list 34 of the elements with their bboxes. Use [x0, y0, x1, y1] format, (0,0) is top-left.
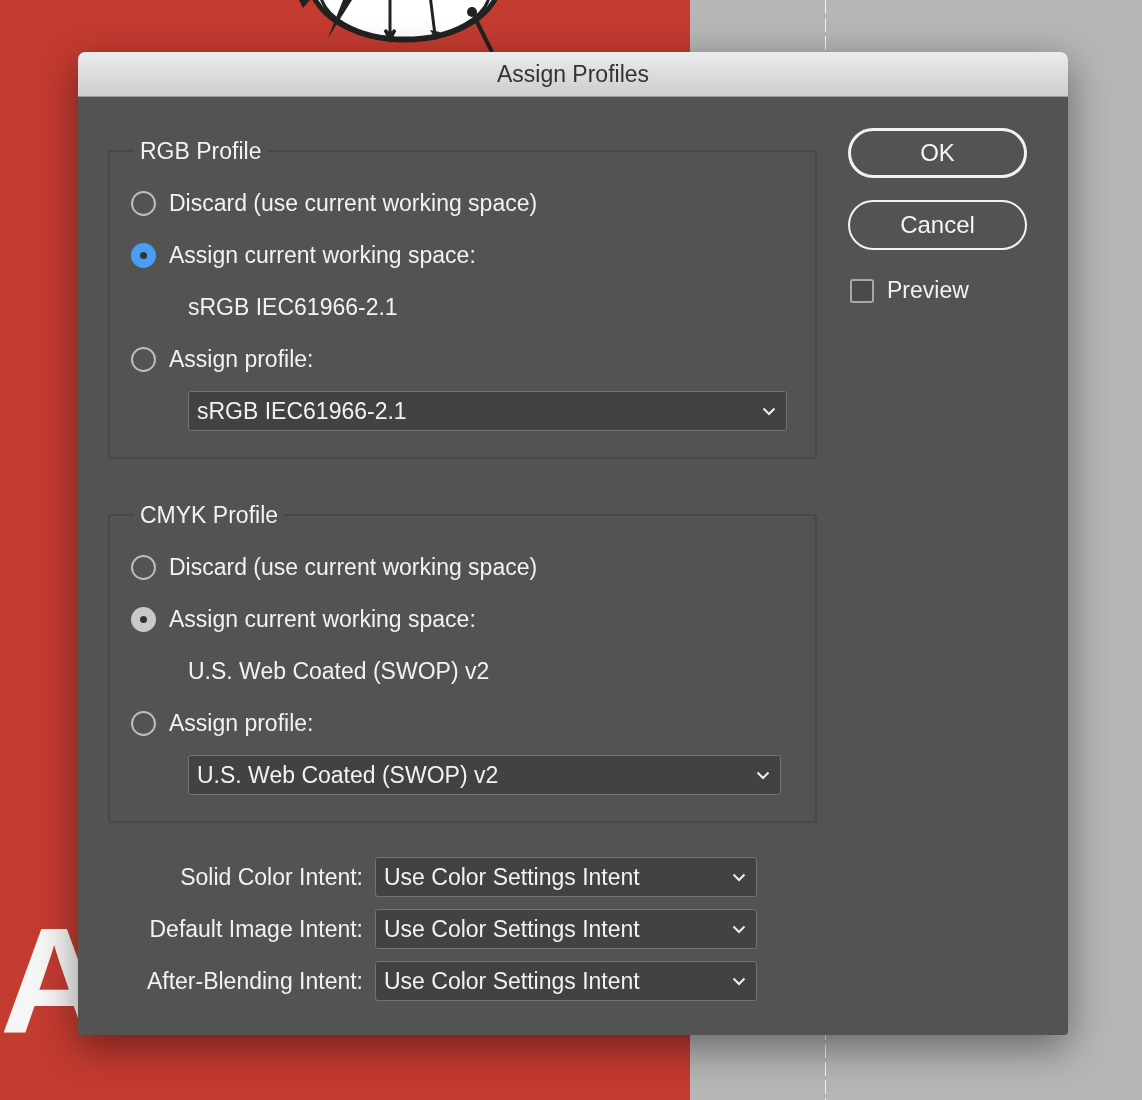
dropdown[interactable]: Use Color Settings Intent — [375, 961, 757, 1001]
profile-name: U.S. Web Coated (SWOP) v2 — [188, 657, 490, 685]
chevron-icon — [732, 872, 746, 882]
intent-label: After-Blending Intent: — [146, 967, 363, 995]
intent-label: Solid Color Intent: — [180, 863, 363, 891]
dropdown[interactable]: Use Color Settings Intent — [375, 909, 757, 949]
radio-button[interactable] — [131, 190, 156, 216]
dropdown[interactable]: Use Color Settings Intent — [375, 857, 757, 897]
checkbox-label: Preview — [887, 277, 969, 304]
radio-button[interactable] — [131, 554, 156, 580]
option-label: Discard (use current working space) — [169, 189, 538, 217]
intent-label: Default Image Intent: — [149, 915, 363, 943]
profile-name: sRGB IEC61966-2.1 — [188, 293, 398, 321]
cancel-button[interactable]: Cancel — [848, 200, 1027, 250]
option-label: Assign profile: — [169, 709, 314, 737]
group-title: CMYK Profile — [139, 501, 280, 529]
radio-button[interactable] — [131, 346, 156, 372]
radio-button[interactable] — [131, 242, 156, 268]
option-label: Assign profile: — [169, 345, 314, 373]
preview-checkbox[interactable] — [850, 278, 874, 303]
radio-button[interactable] — [131, 710, 156, 736]
radio-button[interactable] — [131, 606, 156, 632]
chevron-icon — [756, 770, 770, 780]
option-label: Assign current working space: — [169, 241, 476, 269]
dropdown[interactable]: U.S. Web Coated (SWOP) v2 — [188, 755, 781, 795]
option-label: Discard (use current working space) — [169, 553, 538, 581]
chevron-icon — [762, 406, 776, 416]
window-title: Assign Profiles — [496, 60, 650, 88]
ok-button[interactable]: OK — [848, 128, 1027, 178]
group-title: RGB Profile — [139, 137, 263, 165]
chevron-icon — [732, 924, 746, 934]
chevron-icon — [732, 976, 746, 986]
dropdown[interactable]: sRGB IEC61966-2.1 — [188, 391, 787, 431]
option-label: Assign current working space: — [169, 605, 476, 633]
